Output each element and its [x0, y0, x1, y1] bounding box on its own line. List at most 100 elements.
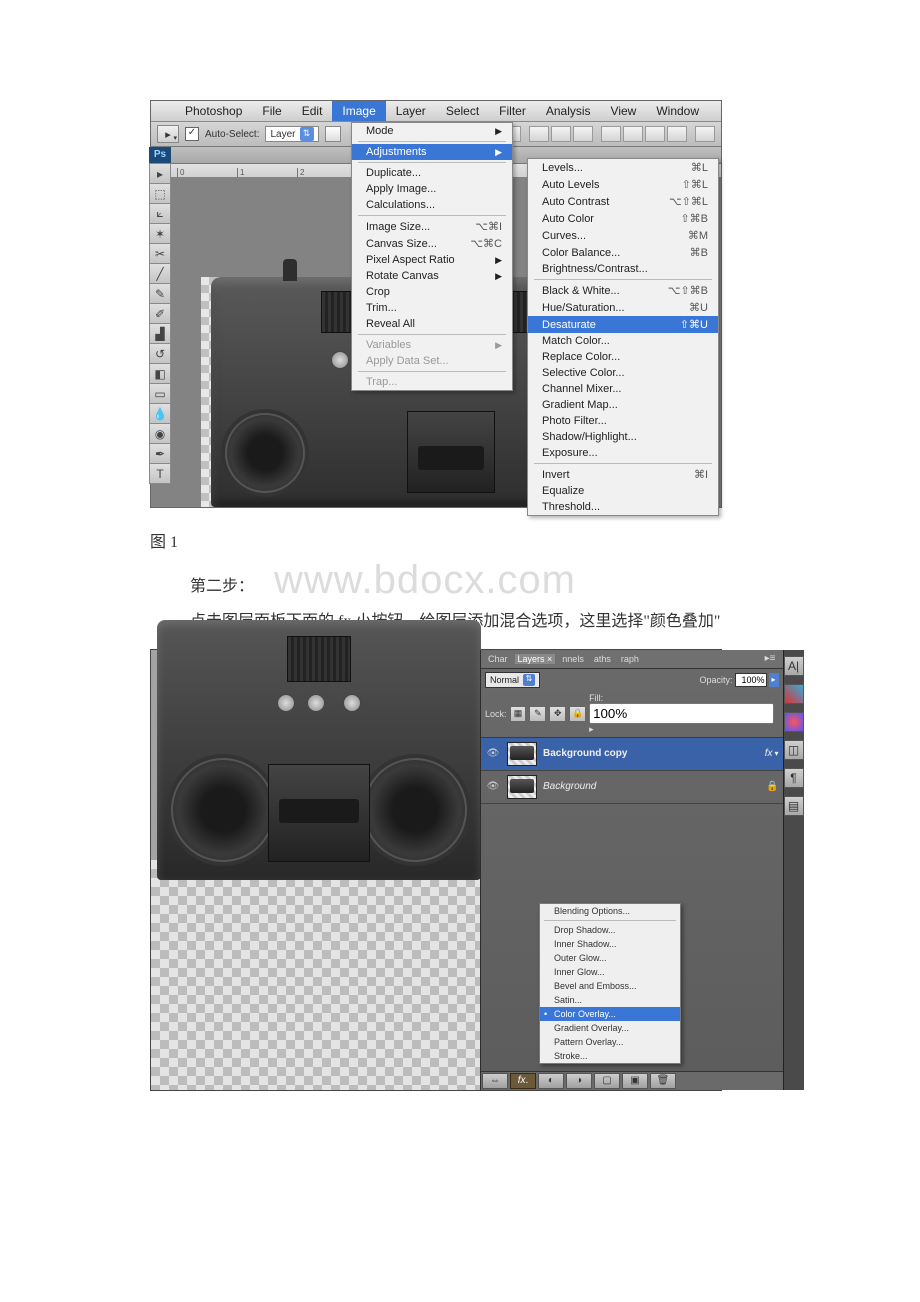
menu-item-desaturate[interactable]: Desaturate⇧⌘U: [528, 316, 718, 333]
auto-select-checkbox[interactable]: ✓: [185, 127, 199, 141]
layer-thumbnail[interactable]: [507, 742, 537, 766]
eraser-tool[interactable]: ◧: [149, 363, 171, 384]
menu-item-equalize[interactable]: Equalize: [528, 483, 718, 499]
blend-mode-dropdown[interactable]: Normal⇅: [485, 672, 540, 688]
distribute-icon[interactable]: [623, 126, 643, 142]
pen-tool[interactable]: ✒: [149, 443, 171, 464]
dock-other-icon[interactable]: ▤: [784, 796, 804, 816]
menu-item-reveal-all[interactable]: Reveal All: [352, 316, 512, 332]
layer-name[interactable]: Background: [543, 781, 766, 792]
new-fill-adjustment-icon[interactable]: ◑: [566, 1073, 592, 1089]
delete-layer-icon[interactable]: 🗑: [650, 1073, 676, 1089]
slice-tool[interactable]: ╱: [149, 263, 171, 284]
canvas[interactable]: [151, 650, 481, 1090]
auto-select-dropdown[interactable]: Layer⇅: [265, 126, 318, 142]
menu-item-duplicate[interactable]: Duplicate...: [352, 165, 512, 181]
menu-file[interactable]: File: [252, 101, 291, 121]
lock-all-icon[interactable]: 🔒: [569, 706, 586, 722]
stamp-tool[interactable]: ▟: [149, 323, 171, 344]
menu-view[interactable]: View: [601, 101, 647, 121]
tab-paths[interactable]: aths: [591, 654, 614, 664]
layer-row-background-copy[interactable]: 👁 Background copy fx ▾: [481, 738, 783, 771]
blur-tool[interactable]: 💧: [149, 403, 171, 424]
layer-name[interactable]: Background copy: [543, 748, 763, 759]
menu-item-rotate-canvas[interactable]: Rotate Canvas▶: [352, 268, 512, 284]
brush-tool[interactable]: ✐: [149, 303, 171, 324]
menu-item-channel-mixer[interactable]: Channel Mixer...: [528, 381, 718, 397]
history-brush-tool[interactable]: ↺: [149, 343, 171, 364]
tab-layers[interactable]: Layers ×: [515, 654, 556, 664]
fx-satin[interactable]: Satin...: [540, 993, 680, 1007]
move-tool-icon[interactable]: ▸▾: [157, 125, 179, 143]
menu-item-adjustments[interactable]: Adjustments▶: [352, 144, 512, 160]
menu-item-invert[interactable]: Invert⌘I: [528, 466, 718, 483]
menu-item-black-white[interactable]: Black & White...⌥⇧⌘B: [528, 282, 718, 299]
type-tool[interactable]: T: [149, 463, 171, 484]
new-group-icon[interactable]: ▢: [594, 1073, 620, 1089]
fx-dropdown-icon[interactable]: ▾: [775, 749, 779, 758]
visibility-icon[interactable]: 👁: [485, 781, 501, 792]
fill-slider-icon[interactable]: ▸: [589, 724, 594, 734]
visibility-icon[interactable]: 👁: [485, 748, 501, 759]
menu-item-variables[interactable]: Variables▶: [352, 337, 512, 353]
dock-styles-icon[interactable]: ◫: [784, 740, 804, 760]
opacity-input[interactable]: [735, 673, 767, 687]
add-layer-style-button[interactable]: fx.: [510, 1073, 536, 1089]
lock-transparent-icon[interactable]: ▦: [510, 706, 527, 722]
menu-item-replace-color[interactable]: Replace Color...: [528, 349, 718, 365]
menu-item-shadow-highlight[interactable]: Shadow/Highlight...: [528, 429, 718, 445]
fx-drop-shadow[interactable]: Drop Shadow...: [540, 923, 680, 937]
menu-item-match-color[interactable]: Match Color...: [528, 333, 718, 349]
fx-stroke[interactable]: Stroke...: [540, 1049, 680, 1063]
menu-item-mode[interactable]: Mode▶: [352, 123, 512, 139]
menu-item-threshold[interactable]: Threshold...: [528, 499, 718, 515]
menu-item-trim[interactable]: Trim...: [352, 300, 512, 316]
fx-pattern-overlay[interactable]: Pattern Overlay...: [540, 1035, 680, 1049]
lock-pixels-icon[interactable]: ✎: [529, 706, 546, 722]
menu-item-brightness-contrast[interactable]: Brightness/Contrast...: [528, 261, 718, 277]
menu-window[interactable]: Window: [646, 101, 709, 121]
menu-select[interactable]: Select: [436, 101, 489, 121]
lasso-tool[interactable]: ⟀: [149, 203, 171, 224]
menu-item-apply-image[interactable]: Apply Image...: [352, 181, 512, 197]
menu-image[interactable]: Image: [332, 101, 385, 121]
dock-char-icon[interactable]: A|: [784, 656, 804, 676]
wand-tool[interactable]: ✶: [149, 223, 171, 244]
opacity-slider-icon[interactable]: ▸: [769, 673, 779, 687]
menu-photoshop[interactable]: Photoshop: [175, 101, 252, 121]
fx-inner-glow[interactable]: Inner Glow...: [540, 965, 680, 979]
menu-item-auto-levels[interactable]: Auto Levels⇧⌘L: [528, 176, 718, 193]
healing-tool[interactable]: ✎: [149, 283, 171, 304]
menu-item-image-size[interactable]: Image Size...⌥⌘I: [352, 218, 512, 235]
dock-swatch-icon[interactable]: [784, 684, 804, 704]
dock-paragraph-icon[interactable]: ¶: [784, 768, 804, 788]
crop-tool[interactable]: ✂: [149, 243, 171, 264]
fx-color-overlay[interactable]: Color Overlay...: [540, 1007, 680, 1021]
menu-item-levels[interactable]: Levels...⌘L: [528, 159, 718, 176]
menu-item-canvas-size[interactable]: Canvas Size...⌥⌘C: [352, 235, 512, 252]
link-layers-icon[interactable]: ⇔: [482, 1073, 508, 1089]
tab-char[interactable]: Char: [485, 654, 511, 664]
marquee-tool[interactable]: ⬚: [149, 183, 171, 204]
tab-channels[interactable]: nnels: [559, 654, 587, 664]
distribute-icon[interactable]: [645, 126, 665, 142]
menu-layer[interactable]: Layer: [386, 101, 436, 121]
fx-inner-shadow[interactable]: Inner Shadow...: [540, 937, 680, 951]
fx-blending-options[interactable]: Blending Options...: [540, 904, 680, 918]
menu-item-color-balance[interactable]: Color Balance...⌘B: [528, 244, 718, 261]
fx-gradient-overlay[interactable]: Gradient Overlay...: [540, 1021, 680, 1035]
menu-item-hue-saturation[interactable]: Hue/Saturation...⌘U: [528, 299, 718, 316]
new-layer-icon[interactable]: ▣: [622, 1073, 648, 1089]
fx-outer-glow[interactable]: Outer Glow...: [540, 951, 680, 965]
menu-item-selective-color[interactable]: Selective Color...: [528, 365, 718, 381]
menu-edit[interactable]: Edit: [292, 101, 333, 121]
move-tool[interactable]: ▸: [149, 163, 171, 184]
menu-item-auto-color[interactable]: Auto Color⇧⌘B: [528, 210, 718, 227]
dodge-tool[interactable]: ◉: [149, 423, 171, 444]
gradient-tool[interactable]: ▭: [149, 383, 171, 404]
fill-input[interactable]: [589, 703, 774, 724]
menu-item-photo-filter[interactable]: Photo Filter...: [528, 413, 718, 429]
menu-item-auto-contrast[interactable]: Auto Contrast⌥⇧⌘L: [528, 193, 718, 210]
menu-item-crop[interactable]: Crop: [352, 284, 512, 300]
layer-row-background[interactable]: 👁 Background 🔒: [481, 771, 783, 804]
